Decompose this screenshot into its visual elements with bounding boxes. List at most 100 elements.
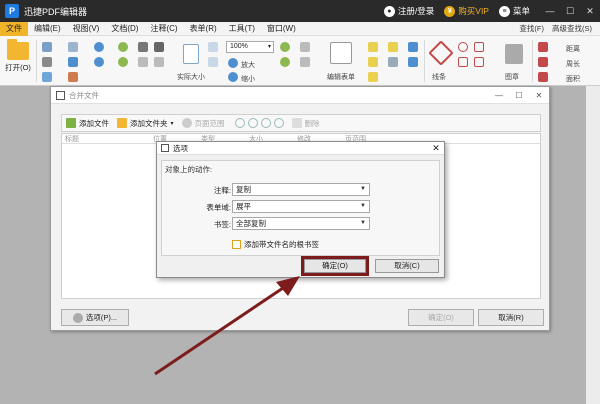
menu-tools[interactable]: 工具(T) [223,22,261,36]
email-icon[interactable] [42,72,52,82]
buy-vip-button[interactable]: ¥ 购买VIP [444,5,489,17]
rectangle-icon[interactable] [474,42,484,52]
area-label[interactable]: 面积 [566,74,580,84]
add-folder-button[interactable]: 添加文件夹 ▾ [117,118,174,129]
snapshot-icon[interactable] [154,42,164,52]
distance-label[interactable]: 距离 [566,44,580,54]
close-button[interactable]: ✕ [580,6,600,17]
perimeter-label[interactable]: 周长 [566,59,580,69]
form-field-row: 表单域: 展平 ▼ [162,200,441,213]
menu-icon: ≡ [498,5,510,17]
cloud-shape-icon[interactable] [474,57,484,67]
note-icon[interactable] [368,42,378,52]
export-icon[interactable] [68,72,78,82]
add-file-button[interactable]: 添加文件 [66,118,109,129]
back-icon[interactable] [118,42,128,52]
object-actions-group: 对象上的动作: 注释: 复制 ▼ 表单域: 展平 ▼ 书签: 全部复制 ▼ 添加… [161,160,440,256]
menu-document[interactable]: 文档(D) [105,22,144,36]
shrink-label[interactable]: 缩小 [241,74,255,84]
menu-comment[interactable]: 注释(C) [144,22,183,36]
hand-icon[interactable] [138,42,148,52]
move-up-icon[interactable] [247,118,258,128]
lines-label[interactable]: 线条 [432,72,446,82]
menu-edit[interactable]: 编辑(E) [28,22,67,36]
highlight-icon[interactable] [388,42,398,52]
actual-size-icon[interactable] [183,44,199,64]
dialog-window-icon [56,90,65,100]
stamp-label[interactable]: 图章 [505,72,519,82]
plus-icon[interactable] [280,42,290,52]
login-button[interactable]: ● 注册/登录 [383,5,434,17]
select-icon[interactable] [138,57,148,67]
merge-dialog-minimize-button[interactable]: — [489,91,509,100]
bookmark-select[interactable]: 全部复制 ▼ [232,217,370,230]
page-range-button[interactable]: 页面范围 [181,118,225,129]
textbox-icon[interactable] [368,57,378,67]
underline-icon[interactable] [408,57,418,67]
menu-form[interactable]: 表单(R) [184,22,223,36]
merge-cancel-button[interactable]: 取消(R) [478,309,544,326]
menu-button[interactable]: ≡ 菜单 [498,5,530,17]
zoom-in-label[interactable]: 放大 [241,60,255,70]
checkbox-box[interactable] [232,240,241,249]
minimize-button[interactable]: — [540,6,560,16]
maximize-button[interactable]: ☐ [560,6,580,17]
page-icon[interactable] [300,57,310,67]
callout-icon[interactable] [368,72,378,82]
menu-window[interactable]: 窗口(W) [261,22,302,36]
options-label: 选项(P)... [85,313,118,322]
bookmark-value: 全部复制 [236,219,266,228]
ruler-icon[interactable] [538,42,548,52]
move-down-icon[interactable] [260,118,271,128]
advanced-find-button[interactable]: 高级查找(S) [552,23,592,34]
open-button[interactable]: 打开(O) [4,39,32,73]
edit-form-label[interactable]: 编辑表单 [327,72,355,82]
fit-width-icon[interactable] [208,57,218,67]
print-icon[interactable] [42,57,52,67]
save-icon[interactable] [42,42,52,52]
link-icon[interactable] [408,42,418,52]
root-bookmark-checkbox[interactable]: 添加带文件名的根书签 [232,239,319,250]
lines-icon[interactable] [428,40,454,66]
move-top-icon[interactable] [234,118,245,128]
delete-button[interactable]: 删除 [291,118,320,129]
stamp-icon[interactable] [505,44,523,64]
cloud-icon[interactable] [68,57,78,67]
forward-icon[interactable] [118,57,128,67]
polygon-icon[interactable] [458,57,468,67]
find-button[interactable]: 查找(F) [519,23,544,34]
zoom-select[interactable]: 100% ▾ [226,41,274,53]
merge-ok-button[interactable]: 确定(O) [408,309,474,326]
merge-toolbar: 添加文件 添加文件夹 ▾ 页面范围 删除 [61,114,541,132]
options-cancel-button[interactable]: 取消(C) [375,259,439,273]
rotate-icon[interactable] [280,57,290,67]
merge-dialog-maximize-button[interactable]: ☐ [509,91,529,100]
vertical-scrollbar[interactable] [586,86,600,404]
attach-icon[interactable] [388,57,398,67]
options-ok-button[interactable]: 确定(O) [304,259,366,273]
pencil-icon[interactable] [538,72,548,82]
text-select-icon[interactable] [154,57,164,67]
column-title[interactable]: 标题 [62,134,150,143]
zoom-out-icon[interactable] [228,72,238,82]
zoom-in-icon[interactable] [228,58,238,68]
app-title: 迅捷PDF编辑器 [24,6,88,17]
mail-icon[interactable] [68,42,78,52]
redo-icon[interactable] [94,57,104,67]
eraser-icon[interactable] [538,57,548,67]
fit-page-icon[interactable] [208,42,218,52]
menu-file[interactable]: 文件 [0,21,28,36]
move-bottom-icon[interactable] [273,118,284,128]
edit-form-icon[interactable] [330,42,352,64]
annotation-select[interactable]: 复制 ▼ [232,183,370,196]
options-button[interactable]: 选项(P)... [61,309,129,326]
add-folder-dropdown-icon[interactable]: ▾ [171,120,174,127]
merge-dialog-close-button[interactable]: ✕ [529,91,549,100]
dialog-window-icon [161,144,169,152]
form-field-select[interactable]: 展平 ▼ [232,200,370,213]
crop-icon[interactable] [300,42,310,52]
undo-icon[interactable] [94,42,104,52]
options-close-button[interactable]: ✕ [428,143,444,154]
menu-view[interactable]: 视图(V) [67,22,106,36]
ellipse-icon[interactable] [458,42,468,52]
